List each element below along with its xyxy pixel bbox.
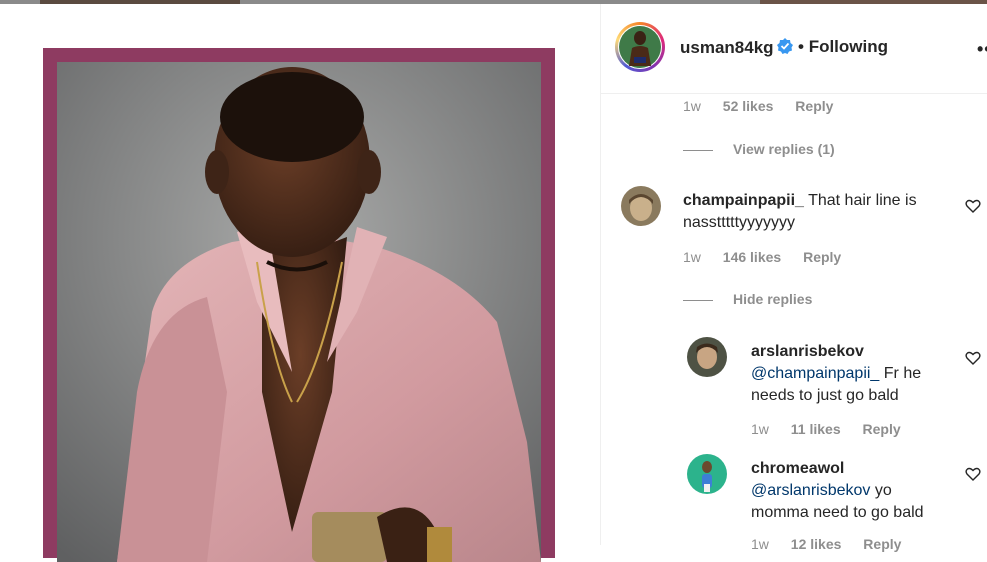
mention-link[interactable]: @arslanrisbekov — [751, 482, 870, 499]
reply-username[interactable]: arslanrisbekov — [751, 343, 864, 360]
comment-username[interactable]: champainpapii_ — [683, 192, 804, 209]
more-options-icon[interactable]: •• — [977, 39, 987, 60]
replier-avatar[interactable] — [687, 337, 727, 377]
comments-panel: usman84kg • Following •• 1w 52 likes Rep… — [601, 4, 987, 552]
post-header: usman84kg • Following •• — [601, 4, 987, 94]
post-media-panel — [0, 4, 601, 562]
commenter-avatar[interactable] — [621, 186, 661, 226]
like-heart-icon[interactable] — [965, 350, 981, 366]
comment-meta: 1w 52 likes Reply — [683, 98, 851, 114]
post-image[interactable] — [57, 62, 541, 562]
comment-time: 1w — [683, 98, 701, 114]
verified-badge-icon — [776, 37, 794, 60]
like-heart-icon[interactable] — [965, 198, 981, 214]
hide-replies-button[interactable]: Hide replies — [683, 291, 812, 307]
follow-status-button[interactable]: • Following — [798, 37, 888, 57]
view-replies-button[interactable]: View replies (1) — [683, 141, 835, 157]
reply-body: arslanrisbekov @champainpapii_ Fr he nee… — [751, 343, 922, 404]
mention-link[interactable]: @champainpapii_ — [751, 365, 879, 382]
replier-avatar[interactable] — [687, 454, 727, 494]
reply-username[interactable]: chromeawol — [751, 460, 844, 477]
reply-meta: 1w 11 likes Reply — [751, 421, 901, 437]
author-avatar[interactable] — [615, 22, 665, 72]
photo-frame — [43, 48, 555, 562]
comment-body: champainpapii_ That hair line is nassttt… — [683, 192, 917, 231]
comment-meta: 1w 146 likes Reply — [683, 249, 842, 265]
like-heart-icon[interactable] — [965, 466, 981, 482]
reply-meta: 1w 12 likes Reply — [751, 536, 902, 552]
comment-likes[interactable]: 52 likes — [723, 98, 774, 114]
reply-body: chromeawol @arslanrisbekov yo momma need… — [751, 460, 924, 521]
author-username[interactable]: usman84kg — [680, 38, 774, 58]
reply-button[interactable]: Reply — [795, 98, 833, 114]
